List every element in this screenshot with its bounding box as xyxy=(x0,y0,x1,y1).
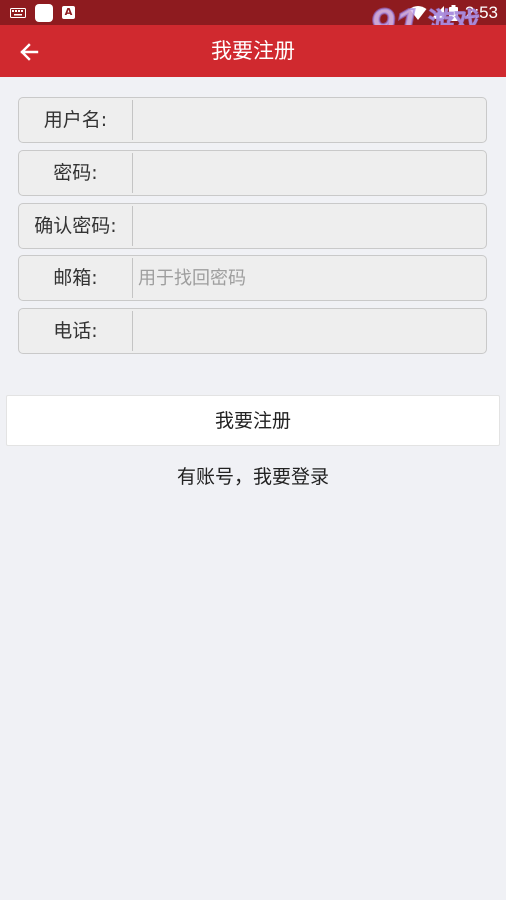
signal-icon xyxy=(430,6,444,19)
battery-icon xyxy=(448,4,458,21)
phone-input[interactable] xyxy=(133,309,486,353)
status-bar-system: 2:53 xyxy=(409,2,498,23)
password-label: 密码: xyxy=(19,152,133,193)
username-input[interactable] xyxy=(133,98,486,142)
page-title: 我要注册 xyxy=(211,39,295,63)
app-a-icon: A xyxy=(62,6,75,19)
email-label: 邮箱: xyxy=(19,258,133,299)
register-button[interactable]: 我要注册 xyxy=(6,395,500,446)
confirm-password-row: 确认密码: xyxy=(18,202,487,249)
app-notification-icon xyxy=(35,3,53,22)
status-bar: A 2:53 xyxy=(0,0,506,25)
password-row: 密码: xyxy=(18,149,487,196)
wifi-icon xyxy=(409,5,427,20)
app-bar: 我要注册 xyxy=(0,25,506,77)
username-row: 用户名: xyxy=(18,97,487,143)
password-input[interactable] xyxy=(133,150,486,195)
phone-label: 电话: xyxy=(19,311,133,351)
status-bar-notifications: A xyxy=(10,3,75,22)
registration-form: 用户名: 密码: 确认密码: 邮箱: 电话: xyxy=(18,97,487,361)
username-label: 用户名: xyxy=(19,100,133,140)
keyboard-icon xyxy=(10,7,26,18)
status-time: 2:53 xyxy=(464,2,498,22)
email-input[interactable] xyxy=(133,256,486,301)
confirm-password-label: 确认密码: xyxy=(19,205,133,246)
login-link[interactable]: 有账号，我要登录 xyxy=(0,463,506,491)
confirm-password-input[interactable] xyxy=(133,203,486,248)
phone-row: 电话: xyxy=(18,308,487,354)
email-row: 邮箱: xyxy=(18,255,487,302)
